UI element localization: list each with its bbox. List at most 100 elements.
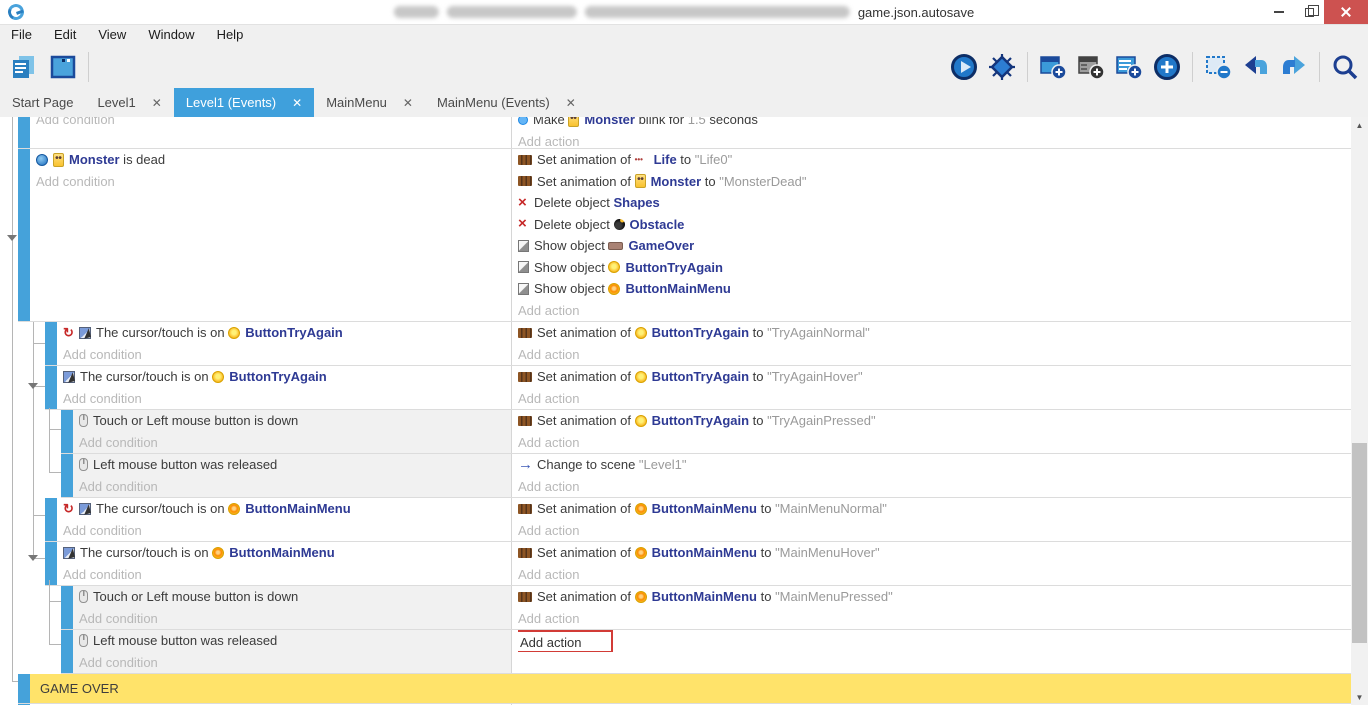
condition-row[interactable]: Left mouse button was released [79,630,511,652]
tab-level1[interactable]: Level1✕ [85,88,173,117]
add-condition-button[interactable]: Add condition [79,652,511,674]
menu-file[interactable]: File [0,25,43,45]
tab-close-icon[interactable]: ✕ [566,97,576,109]
play-button[interactable] [947,50,981,84]
tab-level1-events-[interactable]: Level1 (Events)✕ [174,88,314,117]
undo-button[interactable] [1239,50,1273,84]
menu-view[interactable]: View [87,25,137,45]
collapse-arrow-icon[interactable] [7,235,17,241]
condition-row[interactable]: ↻The cursor/touch is on ButtonMainMenu [63,498,511,520]
event-row[interactable]: The cursor/touch is on ButtonMainMenuAdd… [45,542,1351,586]
actions-cell: Set animation of ButtonMainMenu to "Main… [512,498,1351,541]
add-condition-button[interactable]: Add condition [36,171,511,193]
collapse-arrow-icon[interactable] [28,555,38,561]
action-row[interactable]: Set animation of ButtonTryAgain to "TryA… [518,410,1351,432]
remove-event-icon [1204,53,1232,81]
menu-window[interactable]: Window [137,25,205,45]
tab-close-icon[interactable]: ✕ [152,97,162,109]
scrollbar-thumb[interactable] [1352,443,1367,643]
scroll-down-icon[interactable]: ▼ [1351,689,1368,705]
search-button[interactable] [1328,50,1362,84]
menu-edit[interactable]: Edit [43,25,87,45]
menu-help[interactable]: Help [206,25,255,45]
tab-close-icon[interactable]: ✕ [403,97,413,109]
action-row[interactable]: ×Delete object Shapes [518,192,1351,214]
cursoron-icon [79,327,91,339]
debug-button[interactable] [985,50,1019,84]
condition-row[interactable]: The cursor/touch is on ButtonMainMenu [63,542,511,564]
action-row[interactable]: Show object ButtonMainMenu [518,278,1351,300]
event-row[interactable]: ↻The cursor/touch is on ButtonTryAgainAd… [45,322,1351,366]
add-action-button[interactable]: Add action [518,520,1351,542]
add-condition-button[interactable]: Add condition [79,608,511,630]
add-action-button[interactable]: Add action [518,300,1351,322]
add-condition-button[interactable]: Add condition [79,476,511,498]
condition-row[interactable]: The cursor/touch is on ButtonTryAgain [63,366,511,388]
event-row[interactable]: Left mouse button was releasedAdd condit… [61,630,1351,674]
add-action-button[interactable]: Add action [518,564,1351,586]
action-row[interactable]: Show object GameOver [518,235,1351,257]
tab-close-icon[interactable]: ✕ [292,97,302,109]
event-row[interactable]: Add condition Make Monster blink for 1.5 … [18,117,1351,149]
event-row[interactable]: Touch or Left mouse button is downAdd co… [61,586,1351,630]
action-row[interactable]: Set animation of Monster to "MonsterDead… [518,171,1351,193]
add-action-button[interactable]: Add action [518,630,1351,652]
tab-mainmenu-events-[interactable]: MainMenu (Events)✕ [425,88,588,117]
action-row[interactable]: Set animation of ButtonTryAgain to "TryA… [518,366,1351,388]
tree-line [49,472,61,473]
event-row[interactable]: The cursor/touch is on ButtonTryAgainAdd… [45,366,1351,410]
add-condition-button[interactable]: Add condition [79,432,511,454]
action-row[interactable]: →Change to scene "Level1" [518,454,1351,476]
add-action-button[interactable]: Add action [518,432,1351,454]
condition-row[interactable]: ↻The cursor/touch is on ButtonTryAgain [63,322,511,344]
vertical-scrollbar[interactable]: ▲ ▼ [1351,117,1368,705]
remove-event-button[interactable] [1201,50,1235,84]
scene-editor-button[interactable] [46,50,80,84]
add-condition-button[interactable]: Add condition [36,117,511,131]
event-row[interactable]: ↻The cursor/touch is on ButtonMainMenuAd… [45,498,1351,542]
event-row[interactable]: Left mouse button was releasedAdd condit… [61,454,1351,498]
condition-row[interactable]: Monster is dead [36,149,511,171]
restore-button[interactable] [1294,0,1324,24]
mouse-icon [79,634,88,647]
collapse-arrow-icon[interactable] [28,383,38,389]
minimize-button[interactable] [1264,0,1294,24]
project-manager-button[interactable] [6,50,40,84]
condition-row[interactable]: Left mouse button was released [79,454,511,476]
event-row[interactable]: Monster is deadAdd condition Set animatio… [18,149,1351,322]
tab-start-page[interactable]: Start Page [0,88,85,117]
add-action-button[interactable]: Add action [518,608,1351,630]
gdevelop-logo-icon [6,2,27,23]
action-row[interactable]: Set animation of ButtonMainMenu to "Main… [518,498,1351,520]
add-condition-button[interactable]: Add condition [63,520,511,542]
add-action-button[interactable]: Add action [518,476,1351,498]
event-bar [45,322,57,365]
add-event-button[interactable] [1036,50,1070,84]
tab-mainmenu[interactable]: MainMenu✕ [314,88,425,117]
add-condition-button[interactable]: Add condition [63,388,511,410]
action-row[interactable]: Set animation of ButtonTryAgain to "TryA… [518,322,1351,344]
action-row[interactable]: Make Monster blink for 1.5 seconds [518,117,1351,131]
condition-row[interactable]: Touch or Left mouse button is down [79,410,511,432]
parameter-value: "Level1" [639,457,687,472]
close-button[interactable] [1324,0,1368,24]
action-row[interactable]: Set animation of ButtonMainMenu to "Main… [518,586,1351,608]
add-condition-button[interactable]: Add condition [63,564,511,586]
action-row[interactable]: Show object ButtonTryAgain [518,257,1351,279]
action-row[interactable]: Set animation of •••Life to "Life0" [518,149,1351,171]
action-row[interactable]: ×Delete object Obstacle [518,214,1351,236]
scroll-up-icon[interactable]: ▲ [1351,117,1368,133]
comment-row[interactable]: GAME OVER [18,674,1351,704]
add-circle-button[interactable] [1150,50,1184,84]
add-action-button[interactable]: Add action [518,388,1351,410]
add-action-button[interactable]: Add action [518,344,1351,366]
action-row[interactable]: Set animation of ButtonMainMenu to "Main… [518,542,1351,564]
redo-button[interactable] [1277,50,1311,84]
event-row[interactable]: Touch or Left mouse button is downAdd co… [61,410,1351,454]
add-comment-button[interactable] [1112,50,1146,84]
play-icon [950,53,978,81]
add-condition-button[interactable]: Add condition [63,344,511,366]
condition-row[interactable]: Touch or Left mouse button is down [79,586,511,608]
add-subevent-button[interactable] [1074,50,1108,84]
add-action-button[interactable]: Add action [518,131,1351,149]
